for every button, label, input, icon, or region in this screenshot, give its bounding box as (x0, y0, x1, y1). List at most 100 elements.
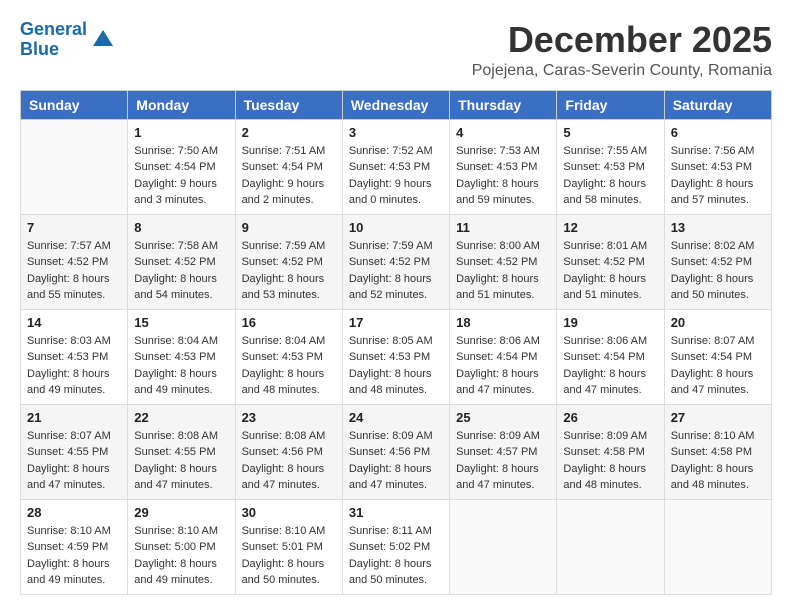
header-sunday: Sunday (21, 90, 128, 119)
table-row: 22 Sunrise: 8:08 AMSunset: 4:55 PMDayligh… (128, 404, 235, 499)
subtitle: Pojejena, Caras-Severin County, Romania (472, 62, 772, 80)
table-row: 16Sunrise: 8:04 AMSunset: 4:53 PMDayligh… (235, 309, 342, 404)
logo-text: General Blue (20, 20, 87, 60)
day-info: Sunrise: 8:02 AMSunset: 4:52 PMDaylight:… (671, 238, 765, 304)
logo-general: General (20, 19, 87, 39)
table-row: 21 Sunrise: 8:07 AMSunset: 4:55 PMDayligh… (21, 404, 128, 499)
header-saturday: Saturday (664, 90, 771, 119)
day-number: 8 (134, 220, 228, 235)
day-number: 25 (456, 410, 550, 425)
table-row: 17 Sunrise: 8:05 AMSunset: 4:53 PMDayligh… (342, 309, 449, 404)
table-row: 8 Sunrise: 7:58 AMSunset: 4:52 PMDaylight… (128, 214, 235, 309)
day-info: Sunrise: 7:57 AMSunset: 4:52 PMDaylight:… (27, 238, 121, 304)
header-wednesday: Wednesday (342, 90, 449, 119)
day-info: Sunrise: 8:10 AMSunset: 4:58 PMDaylight:… (671, 428, 765, 494)
day-info: Sunrise: 7:59 AMSunset: 4:52 PMDaylight:… (349, 238, 443, 304)
day-info: Sunrise: 8:10 AMSunset: 4:59 PMDaylight:… (27, 523, 121, 589)
calendar-week-row: 28 Sunrise: 8:10 AMSunset: 4:59 PMDayligh… (21, 499, 772, 594)
day-info: Sunrise: 8:06 AMSunset: 4:54 PMDaylight:… (563, 333, 657, 399)
day-info: Sunrise: 8:09 AMSunset: 4:57 PMDaylight:… (456, 428, 550, 494)
day-number: 9 (242, 220, 336, 235)
day-number: 21 (27, 410, 121, 425)
day-info: Sunrise: 7:55 AMSunset: 4:53 PMDaylight:… (563, 143, 657, 209)
table-row: 28 Sunrise: 8:10 AMSunset: 4:59 PMDayligh… (21, 499, 128, 594)
day-number: 14 (27, 315, 121, 330)
day-number: 5 (563, 125, 657, 140)
day-number: 7 (27, 220, 121, 235)
table-row: 25 Sunrise: 8:09 AMSunset: 4:57 PMDayligh… (450, 404, 557, 499)
day-number: 20 (671, 315, 765, 330)
header: General Blue December 2025 Pojejena, Car… (20, 20, 772, 80)
header-thursday: Thursday (450, 90, 557, 119)
table-row (557, 499, 664, 594)
day-info: Sunrise: 8:10 AMSunset: 5:00 PMDaylight:… (134, 523, 228, 589)
table-row: 15 Sunrise: 8:04 AMSunset: 4:53 PMDayligh… (128, 309, 235, 404)
day-info: Sunrise: 7:58 AMSunset: 4:52 PMDaylight:… (134, 238, 228, 304)
calendar-week-row: 21 Sunrise: 8:07 AMSunset: 4:55 PMDayligh… (21, 404, 772, 499)
day-number: 10 (349, 220, 443, 235)
day-number: 27 (671, 410, 765, 425)
table-row: 9 Sunrise: 7:59 AMSunset: 4:52 PMDaylight… (235, 214, 342, 309)
header-tuesday: Tuesday (235, 90, 342, 119)
table-row: 14 Sunrise: 8:03 AMSunset: 4:53 PMDayligh… (21, 309, 128, 404)
day-number: 22 (134, 410, 228, 425)
table-row (664, 499, 771, 594)
logo: General Blue (20, 20, 117, 60)
day-number: 28 (27, 505, 121, 520)
table-row: 2 Sunrise: 7:51 AMSunset: 4:54 PMDaylight… (235, 119, 342, 214)
table-row: 31 Sunrise: 8:11 AMSunset: 5:02 PMDayligh… (342, 499, 449, 594)
calendar: Sunday Monday Tuesday Wednesday Thursday… (20, 90, 772, 595)
day-info: Sunrise: 7:56 AMSunset: 4:53 PMDaylight:… (671, 143, 765, 209)
table-row: 10 Sunrise: 7:59 AMSunset: 4:52 PMDayligh… (342, 214, 449, 309)
calendar-week-row: 14 Sunrise: 8:03 AMSunset: 4:53 PMDayligh… (21, 309, 772, 404)
day-info: Sunrise: 8:09 AMSunset: 4:58 PMDaylight:… (563, 428, 657, 494)
header-friday: Friday (557, 90, 664, 119)
day-info: Sunrise: 8:03 AMSunset: 4:53 PMDaylight:… (27, 333, 121, 399)
day-info: Sunrise: 8:11 AMSunset: 5:02 PMDaylight:… (349, 523, 443, 589)
main-title: December 2025 (472, 20, 772, 60)
table-row: 27 Sunrise: 8:10 AMSunset: 4:58 PMDayligh… (664, 404, 771, 499)
table-row (21, 119, 128, 214)
day-info: Sunrise: 8:10 AMSunset: 5:01 PMDaylight:… (242, 523, 336, 589)
day-number: 31 (349, 505, 443, 520)
day-number: 26 (563, 410, 657, 425)
table-row: 12 Sunrise: 8:01 AMSunset: 4:52 PMDayligh… (557, 214, 664, 309)
table-row: 4 Sunrise: 7:53 AMSunset: 4:53 PMDaylight… (450, 119, 557, 214)
day-info: Sunrise: 7:59 AMSunset: 4:52 PMDaylight:… (242, 238, 336, 304)
table-row: 20 Sunrise: 8:07 AMSunset: 4:54 PMDayligh… (664, 309, 771, 404)
day-info: Sunrise: 7:53 AMSunset: 4:53 PMDaylight:… (456, 143, 550, 209)
day-number: 17 (349, 315, 443, 330)
day-info: Sunrise: 7:51 AMSunset: 4:54 PMDaylight:… (242, 143, 336, 209)
day-info: Sunrise: 8:08 AMSunset: 4:56 PMDaylight:… (242, 428, 336, 494)
table-row: 13 Sunrise: 8:02 AMSunset: 4:52 PMDayligh… (664, 214, 771, 309)
day-info: Sunrise: 8:07 AMSunset: 4:54 PMDaylight:… (671, 333, 765, 399)
day-number: 23 (242, 410, 336, 425)
day-info: Sunrise: 8:05 AMSunset: 4:53 PMDaylight:… (349, 333, 443, 399)
day-info: Sunrise: 8:08 AMSunset: 4:55 PMDaylight:… (134, 428, 228, 494)
day-number: 6 (671, 125, 765, 140)
day-info: Sunrise: 7:50 AMSunset: 4:54 PMDaylight:… (134, 143, 228, 209)
day-info: Sunrise: 8:07 AMSunset: 4:55 PMDaylight:… (27, 428, 121, 494)
title-area: December 2025 Pojejena, Caras-Severin Co… (472, 20, 772, 80)
day-info: Sunrise: 8:04 AMSunset: 4:53 PMDaylight:… (242, 333, 336, 399)
table-row: 30Sunrise: 8:10 AMSunset: 5:01 PMDayligh… (235, 499, 342, 594)
table-row: 1 Sunrise: 7:50 AMSunset: 4:54 PMDaylight… (128, 119, 235, 214)
day-info: Sunrise: 8:04 AMSunset: 4:53 PMDaylight:… (134, 333, 228, 399)
day-number: 19 (563, 315, 657, 330)
day-number: 13 (671, 220, 765, 235)
table-row: 23 Sunrise: 8:08 AMSunset: 4:56 PMDayligh… (235, 404, 342, 499)
day-info: Sunrise: 8:00 AMSunset: 4:52 PMDaylight:… (456, 238, 550, 304)
table-row: 29Sunrise: 8:10 AMSunset: 5:00 PMDayligh… (128, 499, 235, 594)
table-row: 19 Sunrise: 8:06 AMSunset: 4:54 PMDayligh… (557, 309, 664, 404)
day-info: Sunrise: 8:01 AMSunset: 4:52 PMDaylight:… (563, 238, 657, 304)
day-number: 1 (134, 125, 228, 140)
day-number: 15 (134, 315, 228, 330)
table-row: 6 Sunrise: 7:56 AMSunset: 4:53 PMDaylight… (664, 119, 771, 214)
day-number: 4 (456, 125, 550, 140)
day-number: 2 (242, 125, 336, 140)
day-number: 12 (563, 220, 657, 235)
calendar-week-row: 7 Sunrise: 7:57 AMSunset: 4:52 PMDaylight… (21, 214, 772, 309)
calendar-week-row: 1 Sunrise: 7:50 AMSunset: 4:54 PMDaylight… (21, 119, 772, 214)
table-row: 26 Sunrise: 8:09 AMSunset: 4:58 PMDayligh… (557, 404, 664, 499)
table-row: 18Sunrise: 8:06 AMSunset: 4:54 PMDayligh… (450, 309, 557, 404)
